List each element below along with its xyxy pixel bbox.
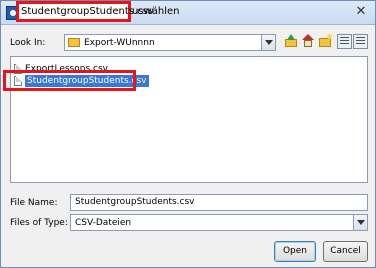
- open-button[interactable]: Open: [274, 241, 316, 262]
- up-folder-icon[interactable]: [284, 34, 299, 49]
- title-bar: StudentgroupStudents.csv uswählen ✕: [1, 1, 375, 25]
- files-of-type-label: Files of Type:: [10, 218, 68, 228]
- look-in-value: Export-WUnnnn: [84, 38, 155, 48]
- cancel-button[interactable]: Cancel: [323, 241, 368, 262]
- folder-icon: [68, 38, 80, 47]
- look-in-dropdown[interactable]: Export-WUnnnn: [64, 34, 276, 51]
- close-button[interactable]: ✕: [353, 4, 369, 20]
- list-view-icon[interactable]: [337, 34, 352, 49]
- file-name-label: File Name:: [10, 198, 58, 208]
- chevron-down-icon[interactable]: [353, 215, 367, 230]
- file-name-field[interactable]: StudentgroupStudents.csv: [70, 194, 368, 211]
- window-title-suffix: uswählen: [132, 6, 180, 17]
- details-view-icon[interactable]: [353, 34, 368, 49]
- home-icon[interactable]: [301, 34, 316, 49]
- new-folder-icon[interactable]: [318, 34, 333, 49]
- files-of-type-dropdown[interactable]: CSV-Dateien: [70, 214, 368, 231]
- file-chooser-dialog: StudentgroupStudents.csv uswählen ✕ Look…: [0, 0, 376, 268]
- look-in-label: Look In:: [10, 38, 46, 48]
- close-icon: ✕: [355, 4, 367, 19]
- selection-highlight-box: [3, 70, 136, 91]
- chevron-down-icon[interactable]: [261, 35, 275, 50]
- files-of-type-value: CSV-Dateien: [75, 218, 132, 228]
